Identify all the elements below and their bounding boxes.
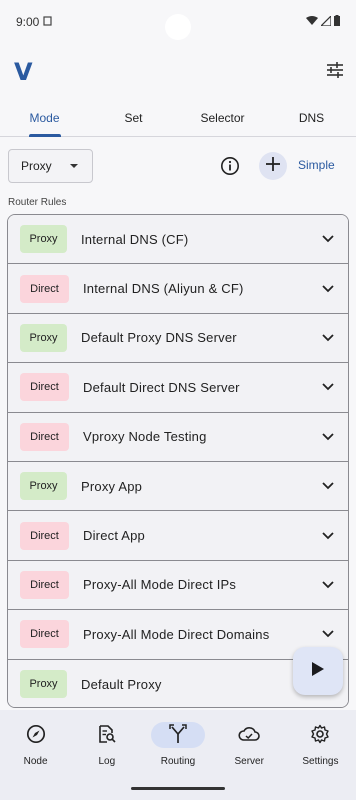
rule-name: Proxy-All Mode Direct Domains xyxy=(83,626,270,642)
nav-label: Routing xyxy=(160,756,196,767)
tab-dns[interactable]: DNS xyxy=(267,100,356,136)
rule-badge: Direct xyxy=(20,422,69,451)
simple-button[interactable]: Simple xyxy=(298,158,335,172)
start-vpn-button[interactable] xyxy=(293,647,343,695)
nav-settings[interactable]: Settings xyxy=(285,722,356,800)
rule-name: Direct App xyxy=(83,528,145,544)
chevron-down-icon[interactable] xyxy=(320,429,336,445)
list-item[interactable]: Proxy Internal DNS (CF) xyxy=(8,215,348,265)
rule-name: Default Proxy DNS Server xyxy=(81,330,237,346)
nav-node[interactable]: Node xyxy=(0,722,71,800)
chevron-down-icon[interactable] xyxy=(320,478,336,494)
rule-badge: Direct xyxy=(20,521,69,550)
list-item[interactable]: Direct Internal DNS (Aliyun & CF) xyxy=(8,264,348,314)
filter-settings-icon[interactable] xyxy=(326,61,344,83)
list-item[interactable]: Proxy Default Proxy DNS Server xyxy=(8,313,348,364)
section-label: Router Rules xyxy=(8,197,67,208)
chevron-down-icon[interactable] xyxy=(320,330,336,346)
status-time: 9:00 xyxy=(16,15,40,29)
nav-label: Server xyxy=(234,756,264,767)
rule-name: Internal DNS (Aliyun & CF) xyxy=(83,281,244,297)
tab-bar: Mode Set Selector DNS xyxy=(0,100,356,137)
list-item[interactable]: Proxy Proxy App xyxy=(8,461,348,512)
log-search-icon xyxy=(97,724,117,747)
rule-name: Default Direct DNS Server xyxy=(83,379,240,395)
top-app-bar: V xyxy=(0,52,356,92)
rule-badge: Proxy xyxy=(20,670,67,699)
list-item[interactable]: Direct Vproxy Node Testing xyxy=(8,412,348,462)
tab-mode[interactable]: Mode xyxy=(0,100,89,136)
chevron-down-icon[interactable] xyxy=(320,231,336,247)
mode-dropdown-value: Proxy xyxy=(21,159,52,173)
app-logo: V xyxy=(14,58,33,86)
info-icon[interactable] xyxy=(219,155,241,177)
chevron-down-icon[interactable] xyxy=(320,626,336,642)
chevron-down-icon[interactable] xyxy=(320,379,336,395)
list-item[interactable]: Direct Proxy-All Mode Direct IPs xyxy=(8,560,348,611)
gear-icon xyxy=(310,724,330,747)
chevron-down-icon[interactable] xyxy=(320,528,336,544)
rule-badge: Proxy xyxy=(20,472,67,501)
notification-icon xyxy=(43,15,53,29)
mode-dropdown[interactable]: Proxy xyxy=(8,149,93,183)
rule-name: Internal DNS (CF) xyxy=(81,231,189,247)
rule-badge: Direct xyxy=(20,373,69,402)
add-rule-button[interactable] xyxy=(259,152,287,180)
signal-icon xyxy=(319,14,332,29)
wifi-icon xyxy=(306,15,318,29)
home-indicator[interactable] xyxy=(131,787,225,790)
rule-badge: Direct xyxy=(20,570,69,599)
rule-badge: Proxy xyxy=(20,323,67,352)
battery-icon xyxy=(334,15,340,29)
tab-set[interactable]: Set xyxy=(89,100,178,136)
routing-icon xyxy=(168,723,188,747)
compass-icon xyxy=(26,724,46,747)
play-icon xyxy=(311,661,325,682)
rule-badge: Proxy xyxy=(20,225,67,254)
chevron-down-icon[interactable] xyxy=(320,281,336,297)
plus-icon xyxy=(265,156,281,177)
rule-name: Proxy App xyxy=(81,478,143,494)
nav-label: Settings xyxy=(302,756,339,767)
tab-selector[interactable]: Selector xyxy=(178,100,267,136)
nav-label: Log xyxy=(98,756,116,767)
rule-name: Vproxy Node Testing xyxy=(83,429,207,445)
router-rules-list: Proxy Internal DNS (CF) Direct Internal … xyxy=(7,214,349,708)
rule-badge: Direct xyxy=(20,620,69,649)
rule-badge: Direct xyxy=(20,274,69,303)
nav-label: Node xyxy=(23,756,48,767)
dropdown-arrow-icon xyxy=(70,164,78,168)
list-item[interactable]: Direct Direct App xyxy=(8,511,348,561)
camera-cutout xyxy=(165,14,191,40)
cloud-icon xyxy=(238,726,260,745)
rule-name: Proxy-All Mode Direct IPs xyxy=(83,577,237,593)
chevron-down-icon[interactable] xyxy=(320,577,336,593)
list-item[interactable]: Direct Default Direct DNS Server xyxy=(8,363,348,413)
